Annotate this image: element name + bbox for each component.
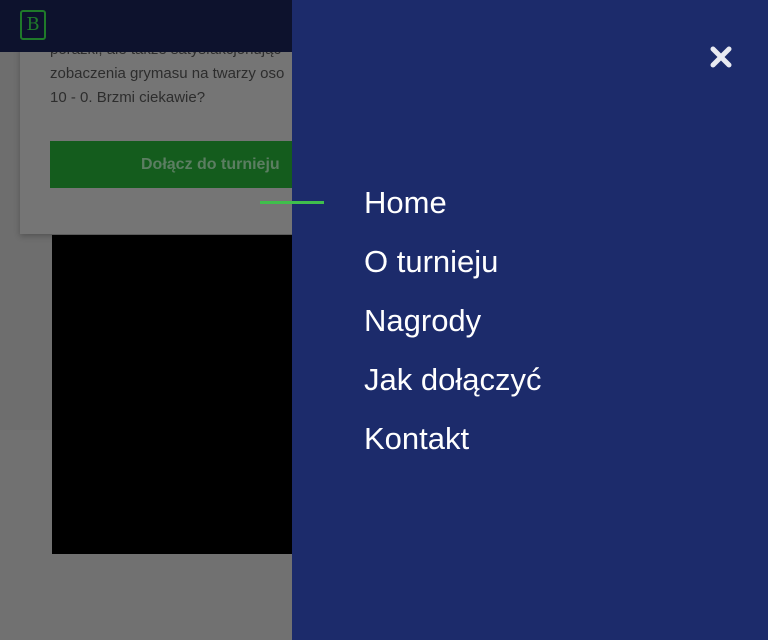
nav-item-jak-dolaczyc[interactable]: Jak dołączyć: [364, 362, 541, 421]
join-tournament-button[interactable]: Dołącz do turnieju: [50, 141, 310, 188]
nav-item-o-turnieju[interactable]: O turnieju: [364, 244, 541, 303]
card-text-line: 10 - 0. Brzmi ciekawie?: [50, 89, 206, 106]
nav-item-kontakt[interactable]: Kontakt: [364, 421, 541, 480]
nav-item-nagrody[interactable]: Nagrody: [364, 303, 541, 362]
logo-icon[interactable]: B: [20, 10, 46, 40]
video-player[interactable]: [52, 235, 312, 554]
active-nav-indicator: [260, 201, 324, 204]
nav-item-home[interactable]: Home: [364, 185, 541, 244]
close-icon[interactable]: [709, 45, 733, 69]
main-nav: Home O turnieju Nagrody Jak dołączyć Kon…: [364, 185, 541, 480]
close-icon-graphic: [710, 46, 732, 68]
card-text-line: zobaczenia grymasu na twarzy oso: [50, 65, 285, 82]
